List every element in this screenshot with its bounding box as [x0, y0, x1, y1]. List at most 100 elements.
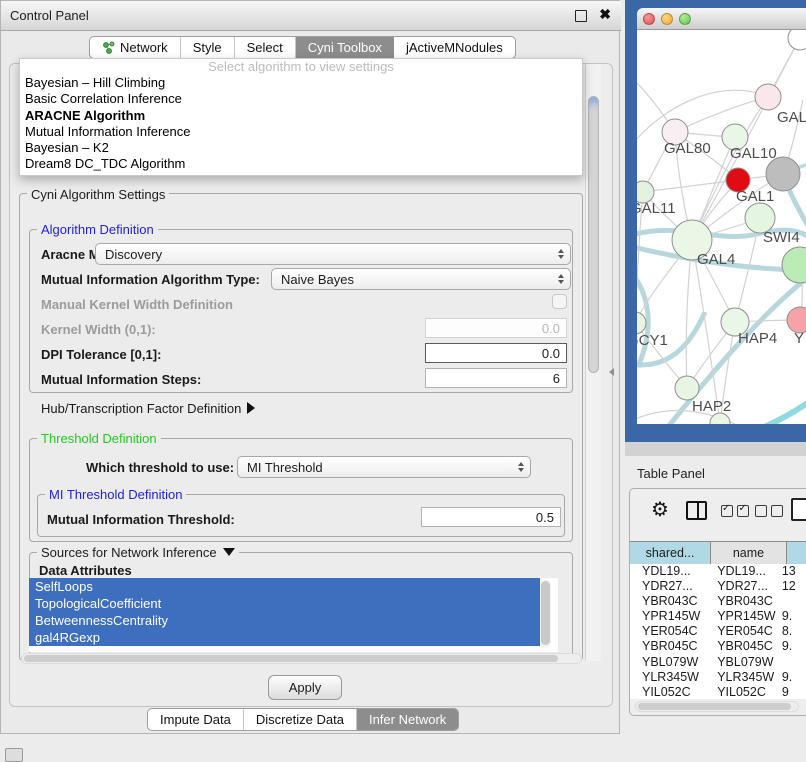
hub-definition-toggle[interactable]: Hub/Transcription Factor Definition — [41, 401, 255, 416]
minimized-panel-icon[interactable] — [5, 748, 23, 762]
table-cell[interactable]: YPR145W — [705, 609, 776, 624]
table-cell[interactable]: 13 — [776, 564, 806, 579]
table-hscrollbar[interactable] — [635, 701, 799, 712]
attributes-scrollbar[interactable] — [540, 580, 551, 648]
dropdown-item[interactable]: Bayesian – K2 — [20, 140, 582, 156]
close-icon[interactable]: ✖ — [599, 6, 611, 23]
mi-steps-field[interactable]: 6 — [425, 368, 567, 388]
table-row[interactable]: YBL079WYBL079W — [630, 655, 806, 670]
scrollbar-thumb[interactable] — [541, 581, 550, 645]
network-node[interactable] — [755, 84, 781, 110]
table-cell[interactable]: YIL052C — [630, 685, 705, 699]
tab-discretize-data[interactable]: Discretize Data — [244, 709, 357, 730]
table-cell[interactable]: YBR045C — [630, 639, 705, 654]
dpi-tolerance-field[interactable]: 0.0 — [425, 343, 567, 363]
mi-type-label: Mutual Information Algorithm Type: — [41, 272, 260, 287]
tab-style[interactable]: Style — [181, 37, 235, 58]
mi-type-select[interactable]: Naive Bayes — [271, 268, 571, 290]
scrollbar-thumb[interactable] — [638, 703, 791, 710]
unchecked-boxes-icon[interactable] — [755, 504, 783, 522]
attribute-item[interactable]: BetweennessCentrality — [29, 612, 540, 629]
dropdown-item[interactable]: Bayesian – Hill Climbing — [20, 75, 582, 91]
table-column-header[interactable]: name — [711, 542, 787, 564]
table-cell[interactable]: YBL079W — [630, 655, 705, 670]
table-cell[interactable]: 9. — [776, 670, 806, 685]
table-cell[interactable]: YDL19... — [705, 564, 776, 579]
dropdown-item[interactable]: Dream8 DC_TDC Algorithm — [20, 156, 582, 172]
tab-infer-network[interactable]: Infer Network — [357, 709, 458, 730]
attribute-item[interactable]: TopologicalCoefficient — [29, 595, 540, 612]
checked-boxes-icon[interactable] — [721, 504, 749, 522]
attribute-item[interactable]: gal4RGexp — [29, 629, 540, 646]
table-cell[interactable]: YDL19... — [630, 564, 705, 579]
tab-label: Cyni Toolbox — [308, 40, 382, 55]
tab-jactivemnodules[interactable]: jActiveMNodules — [394, 37, 515, 58]
table-row[interactable]: YER054CYER054C8. — [630, 624, 806, 639]
network-window-titlebar[interactable] — [637, 8, 806, 30]
table-row[interactable]: YDR27...YDR27...12 — [630, 579, 806, 594]
table-cell[interactable]: 9. — [776, 639, 806, 654]
table-cell[interactable]: YDR27... — [630, 579, 705, 594]
aracne-mode-select[interactable]: Discovery — [95, 243, 571, 265]
table-cell[interactable]: 8. — [776, 624, 806, 639]
apply-button[interactable]: Apply — [268, 675, 342, 700]
table-row[interactable]: YBR045CYBR045C9. — [630, 639, 806, 654]
close-light-icon[interactable] — [643, 13, 655, 25]
table-cell[interactable]: YBL079W — [705, 655, 776, 670]
tab-impute-data[interactable]: Impute Data — [148, 709, 244, 730]
gear-icon[interactable]: ⚙ — [651, 497, 669, 522]
table-cell[interactable]: YER054C — [630, 624, 705, 639]
table-row[interactable]: YPR145WYPR145W9. — [630, 609, 806, 624]
table-row[interactable]: YIL052CYIL052C9 — [630, 685, 806, 699]
attribute-item[interactable]: SelfLoops — [29, 578, 540, 595]
tab-network[interactable]: Network — [90, 37, 181, 58]
table-cell[interactable] — [776, 655, 806, 670]
table-cell[interactable]: YLR345W — [630, 670, 705, 685]
table-cell[interactable]: 12 — [776, 579, 806, 594]
table-cell[interactable]: YDR27... — [705, 579, 776, 594]
table-column-header[interactable] — [787, 542, 806, 564]
table-cell[interactable]: YBR045C — [705, 639, 776, 654]
table-cell[interactable]: 9 — [776, 685, 806, 699]
dropdown-item[interactable]: Basic Correlation Inference — [20, 91, 582, 107]
table-cell[interactable]: 9. — [776, 609, 806, 624]
table-cell[interactable]: YPR145W — [630, 609, 705, 624]
network-node[interactable] — [675, 376, 699, 400]
table-row[interactable]: YBR043CYBR043C — [630, 594, 806, 609]
table-row[interactable]: YLR345WYLR345W9. — [630, 670, 806, 685]
network-node-label: HAP4 — [738, 330, 777, 347]
float-window-icon[interactable] — [575, 10, 587, 22]
mi-threshold-field[interactable]: 0.5 — [421, 507, 561, 527]
network-node[interactable] — [766, 157, 800, 191]
table-cell[interactable]: YBR043C — [705, 594, 776, 609]
table-row[interactable]: YDL19...YDL19...13 — [630, 564, 806, 579]
split-columns-icon[interactable] — [686, 501, 707, 520]
zoom-light-icon[interactable] — [679, 13, 691, 25]
network-canvas[interactable]: GALGAL80GAL10GAL1GAL11SWI4GAL4GCY1HAP4YH… — [637, 30, 806, 424]
table-cell[interactable]: YIL052C — [705, 685, 776, 699]
network-node-label: GAL80 — [664, 140, 711, 157]
which-threshold-select[interactable]: MI Threshold — [237, 456, 531, 478]
network-node[interactable] — [782, 247, 806, 283]
table-cell[interactable] — [776, 594, 806, 609]
minimize-light-icon[interactable] — [661, 13, 673, 25]
panel-splitter-handle[interactable] — [609, 368, 614, 376]
table-cell[interactable]: YBR043C — [630, 594, 705, 609]
table-cell[interactable]: YER054C — [705, 624, 776, 639]
page-icon[interactable] — [791, 498, 806, 521]
table-cell[interactable]: YLR345W — [705, 670, 776, 685]
settings-hscrollbar[interactable] — [21, 653, 582, 664]
table-column-header[interactable]: shared... — [630, 542, 711, 564]
dropdown-item[interactable]: ARACNE Algorithm — [20, 108, 582, 124]
dropdown-item[interactable]: Mutual Information Inference — [20, 124, 582, 140]
scrollbar-thumb[interactable] — [24, 655, 558, 662]
network-node[interactable] — [788, 30, 806, 50]
settings-vscrollbar[interactable] — [585, 64, 601, 661]
tab-cyni-toolbox[interactable]: Cyni Toolbox — [296, 37, 394, 58]
threshold-definition-title: Threshold Definition — [37, 431, 161, 446]
network-node[interactable] — [637, 312, 646, 334]
tab-select[interactable]: Select — [235, 37, 296, 58]
scrollbar-thumb[interactable] — [588, 96, 599, 373]
network-node-label: GAL — [777, 109, 806, 126]
sources-toggle[interactable]: Sources for Network Inference — [37, 545, 239, 560]
